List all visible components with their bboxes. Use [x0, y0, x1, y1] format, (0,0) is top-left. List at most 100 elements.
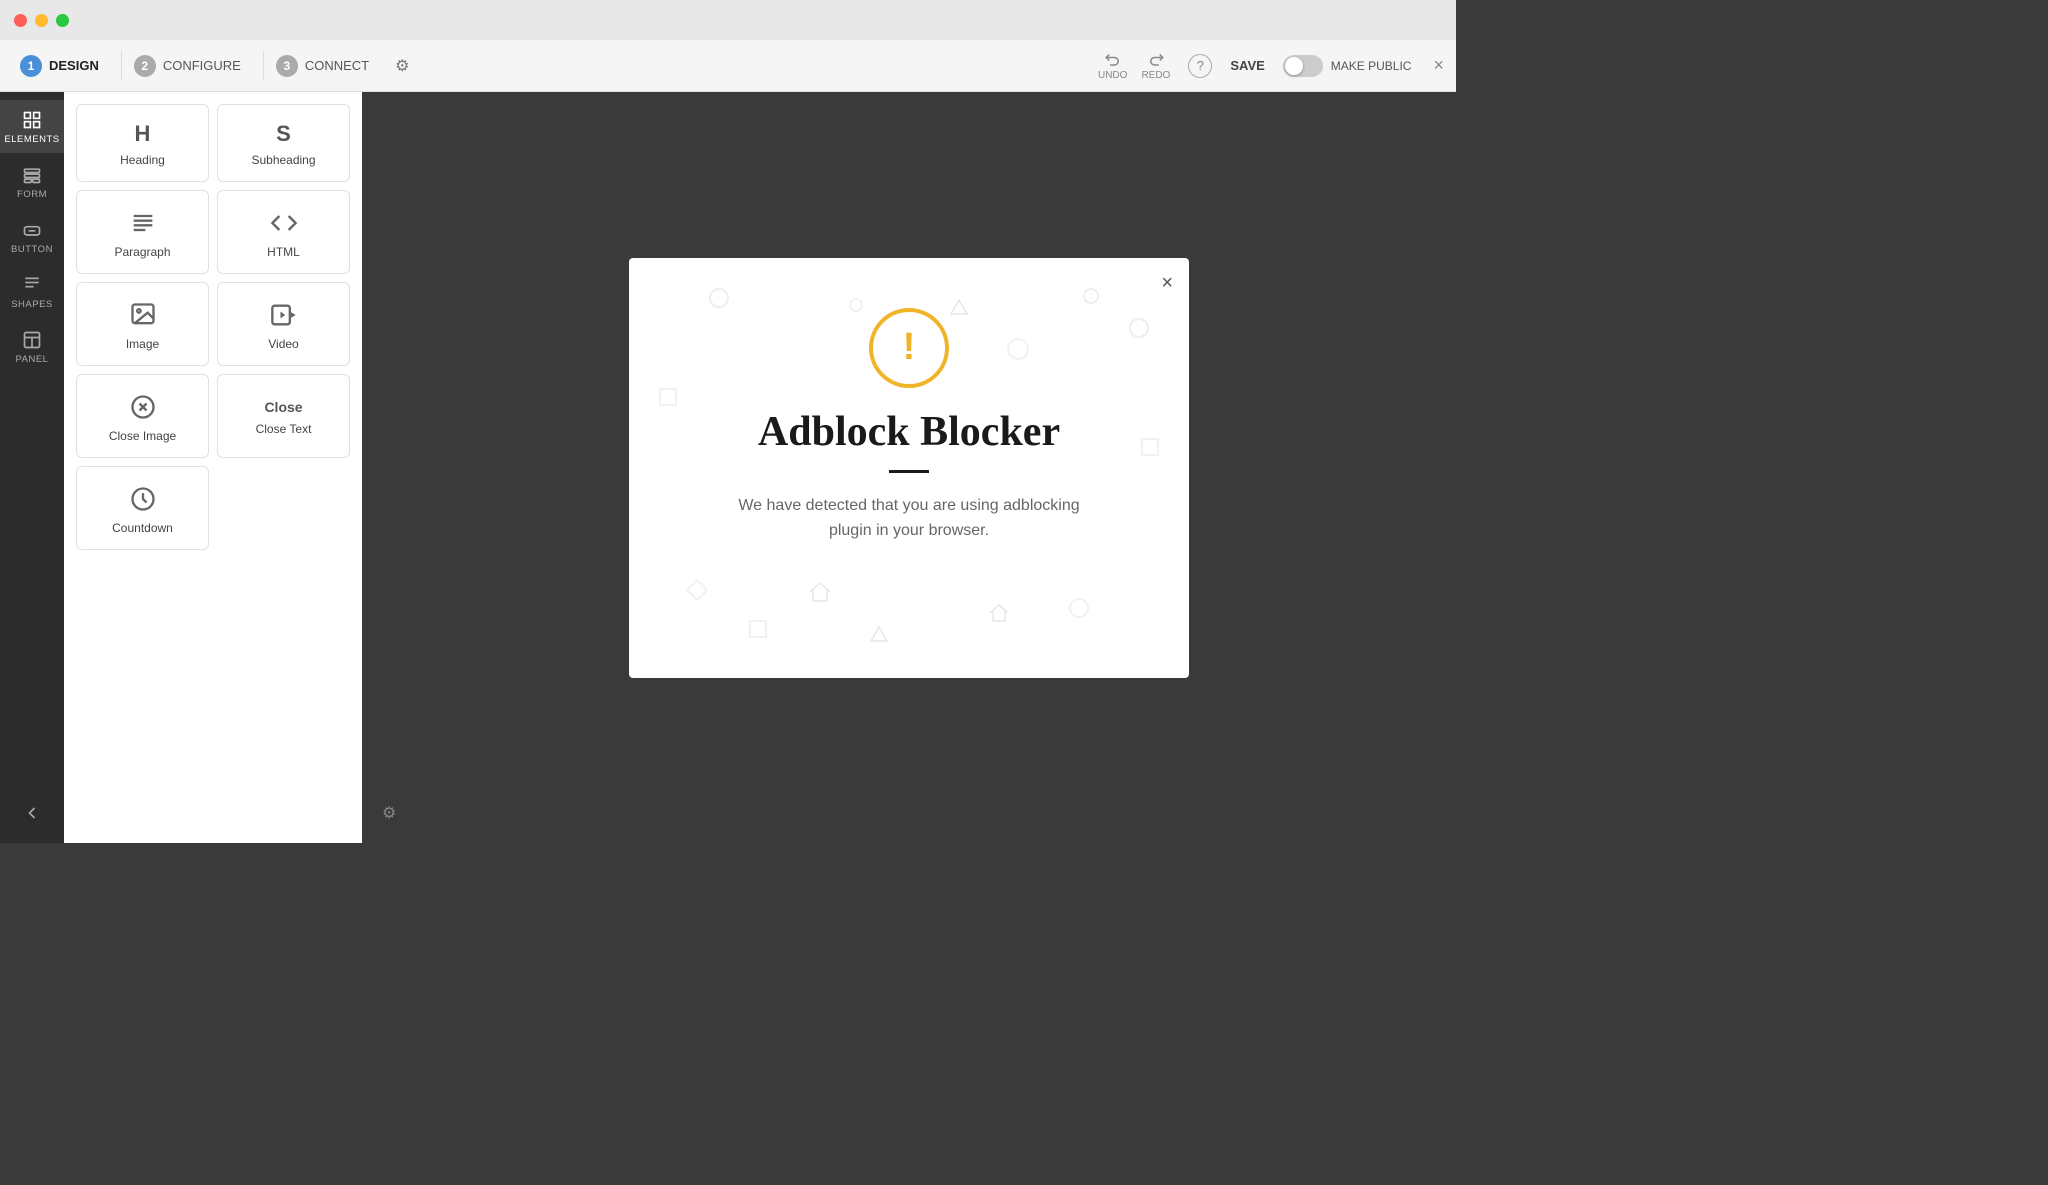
shapes-icon [22, 275, 42, 295]
html-label: HTML [267, 245, 300, 259]
element-tile-subheading[interactable]: S Subheading [217, 104, 350, 182]
undo-redo-group: UNDO REDO [1098, 50, 1170, 81]
exclamation-mark: ! [903, 328, 916, 366]
window-close-button[interactable]: × [1433, 55, 1444, 76]
deco-shape [1069, 598, 1089, 618]
deco-shape [949, 298, 969, 321]
nav-step-connect[interactable]: 3 CONNECT [268, 40, 387, 92]
step-num-2: 2 [134, 55, 156, 77]
elements-icon [22, 110, 42, 130]
deco-shape [1129, 318, 1149, 338]
close-text-label: Close Text [256, 422, 312, 436]
heading-icon: H [135, 123, 151, 145]
sidebar-item-button[interactable]: BUTTON [0, 210, 64, 263]
traffic-light-yellow[interactable] [35, 14, 48, 27]
step-label-design: DESIGN [49, 58, 99, 73]
deco-shape [1007, 338, 1029, 360]
countdown-icon [129, 485, 157, 513]
close-image-label: Close Image [109, 429, 176, 443]
step-label-configure: CONFIGURE [163, 58, 241, 73]
top-nav: 1 DESIGN 2 CONFIGURE 3 CONNECT ⚙ UNDO [0, 40, 1456, 92]
deco-shape [686, 578, 709, 601]
html-icon [270, 209, 298, 237]
redo-button[interactable]: REDO [1141, 50, 1170, 81]
modal-divider [889, 470, 929, 473]
traffic-light-red[interactable] [14, 14, 27, 27]
modal-close-button[interactable]: × [1161, 272, 1173, 295]
undo-button[interactable]: UNDO [1098, 50, 1127, 81]
subheading-label: Subheading [251, 153, 315, 167]
element-tile-video[interactable]: Video [217, 282, 350, 366]
step-divider-1 [121, 51, 122, 81]
make-public-toggle[interactable] [1283, 55, 1323, 77]
sidebar-button-label: BUTTON [11, 244, 53, 255]
deco-shape [709, 288, 729, 308]
sidebar-form-label: FORM [17, 189, 47, 200]
elements-panel: H Heading S Subheading Paragraph HTML [64, 92, 362, 843]
redo-label: REDO [1141, 70, 1170, 81]
video-label: Video [268, 337, 298, 351]
deco-shape [659, 388, 677, 406]
save-button[interactable]: SAVE [1230, 58, 1264, 73]
close-image-icon [129, 393, 157, 421]
nav-right: UNDO REDO ? SAVE MAKE PUBLIC × [1098, 50, 1444, 81]
element-tile-close-image[interactable]: Close Image [76, 374, 209, 458]
sidebar-item-panel[interactable]: PANEL [0, 320, 64, 373]
image-icon [129, 301, 157, 329]
deco-shape [1083, 288, 1099, 304]
redo-icon [1147, 50, 1165, 68]
sidebar-icons: ELEMENTS FORM BUTTON SHAPES [0, 92, 64, 843]
panel-icon [22, 330, 42, 350]
modal-warning-icon: ! [869, 308, 949, 388]
step-num-1: 1 [20, 55, 42, 77]
back-arrow-icon [22, 803, 42, 823]
subheading-icon: S [276, 123, 291, 145]
element-tile-html[interactable]: HTML [217, 190, 350, 274]
modal-body: We have detected that you are using adbl… [719, 493, 1099, 544]
adblock-modal: × ! Adblock Blocker We have detected tha… [629, 258, 1189, 678]
main-area: ELEMENTS FORM BUTTON SHAPES [0, 92, 1456, 843]
deco-shape [869, 625, 889, 648]
make-public-toggle-wrap: MAKE PUBLIC [1283, 55, 1412, 77]
deco-shape [849, 298, 863, 312]
image-label: Image [126, 337, 159, 351]
sidebar-back-button[interactable] [0, 793, 64, 831]
paragraph-label: Paragraph [114, 245, 170, 259]
nav-step-design[interactable]: 1 DESIGN [12, 40, 117, 92]
deco-shape [1141, 438, 1159, 456]
sidebar-item-elements[interactable]: ELEMENTS [0, 100, 64, 153]
help-button[interactable]: ? [1188, 54, 1212, 78]
step-label-connect: CONNECT [305, 58, 369, 73]
modal-overlay: × ! Adblock Blocker We have detected tha… [362, 92, 1456, 843]
nav-steps: 1 DESIGN 2 CONFIGURE 3 CONNECT [12, 40, 387, 92]
undo-label: UNDO [1098, 70, 1127, 81]
canvas-area: ⚙ [362, 92, 1456, 843]
sidebar-shapes-label: SHAPES [11, 299, 53, 310]
close-text-top-label: Close [264, 400, 302, 414]
sidebar-item-form[interactable]: FORM [0, 155, 64, 208]
title-bar [0, 0, 1456, 40]
element-tile-heading[interactable]: H Heading [76, 104, 209, 182]
nav-step-configure[interactable]: 2 CONFIGURE [126, 40, 259, 92]
element-tile-image[interactable]: Image [76, 282, 209, 366]
settings-gear-icon[interactable]: ⚙ [395, 56, 409, 76]
form-icon [22, 165, 42, 185]
paragraph-icon [129, 209, 157, 237]
sidebar-item-shapes[interactable]: SHAPES [0, 265, 64, 318]
toggle-knob [1285, 57, 1303, 75]
step-num-3: 3 [276, 55, 298, 77]
traffic-light-green[interactable] [56, 14, 69, 27]
undo-icon [1104, 50, 1122, 68]
modal-title: Adblock Blocker [758, 408, 1060, 456]
element-tile-close-text[interactable]: Close Close Text [217, 374, 350, 458]
video-icon [270, 301, 298, 329]
heading-label: Heading [120, 153, 165, 167]
element-tile-paragraph[interactable]: Paragraph [76, 190, 209, 274]
deco-shape [749, 620, 767, 638]
deco-shape [809, 581, 831, 608]
step-divider-2 [263, 51, 264, 81]
element-tile-countdown[interactable]: Countdown [76, 466, 209, 550]
countdown-label: Countdown [112, 521, 173, 535]
sidebar-elements-label: ELEMENTS [4, 134, 59, 145]
make-public-label: MAKE PUBLIC [1331, 59, 1412, 73]
